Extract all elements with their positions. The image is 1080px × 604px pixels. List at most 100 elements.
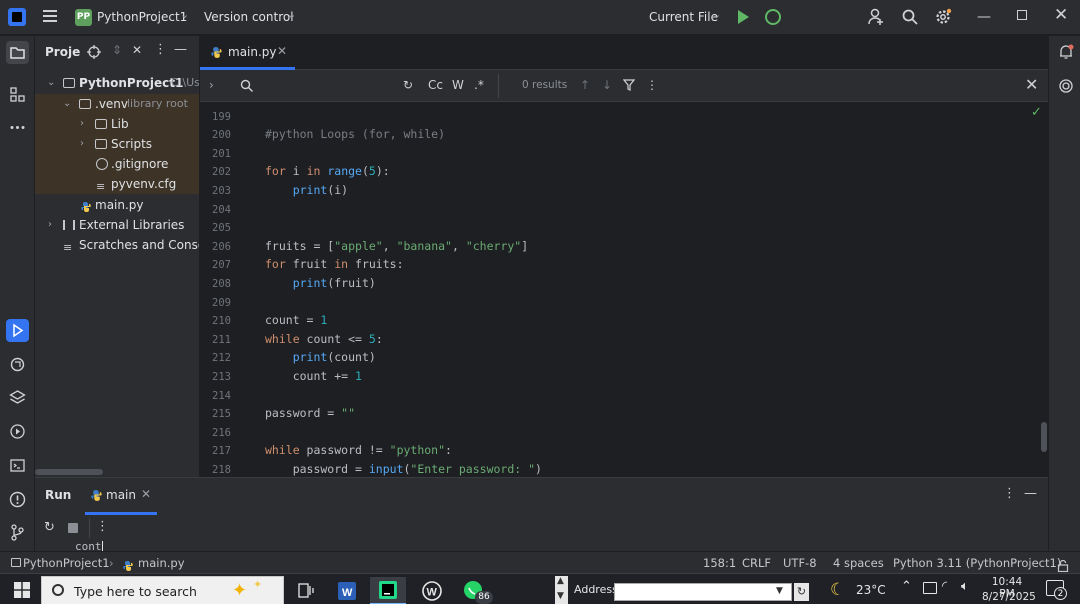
run-button[interactable] <box>738 10 749 24</box>
address-input[interactable]: ▼ <box>614 583 792 601</box>
file-encoding[interactable]: UTF-8 <box>783 552 817 574</box>
hide-panel-icon[interactable]: — <box>174 42 187 57</box>
layers-icon[interactable] <box>6 386 29 409</box>
taskbar-search-box[interactable]: Type here to search ✦ ✦ <box>41 576 284 604</box>
line-separator[interactable]: CRLF <box>742 552 771 574</box>
chevron-down-icon[interactable]: ⌄ <box>47 73 55 93</box>
main-menu-icon[interactable] <box>43 10 57 22</box>
whatsapp-app-icon[interactable]: 86 <box>457 577 493 604</box>
code-line[interactable]: count = 1 <box>265 313 327 327</box>
problems-icon[interactable] <box>6 488 29 511</box>
maximize-button[interactable] <box>1017 10 1027 20</box>
rerun-icon[interactable]: ↻ <box>44 520 55 535</box>
search-icon[interactable] <box>240 79 254 93</box>
more-options-icon[interactable]: ⋮ <box>96 519 109 534</box>
chevron-down-icon[interactable]: ⌄ <box>287 8 296 21</box>
code-line[interactable]: print(fruit) <box>265 276 376 290</box>
wps-app-icon[interactable]: W <box>414 577 450 604</box>
minimize-button[interactable]: — <box>977 9 991 25</box>
tree-item-project-root[interactable]: ⌄ PythonProject1 C:\Us <box>35 73 199 93</box>
tree-item-gitignore[interactable]: .gitignore <box>35 154 199 174</box>
toolbar-scroll-arrows[interactable]: ▲ ▼ <box>555 576 568 604</box>
tree-item-lib[interactable]: › Lib <box>35 114 199 134</box>
chevron-down-icon[interactable]: ⌄ <box>712 8 721 21</box>
code-line[interactable]: password = "" <box>265 406 355 420</box>
collapse-all-icon[interactable]: ✕ <box>132 43 142 57</box>
breadcrumb-file[interactable]: main.py <box>138 552 185 574</box>
address-go-button[interactable]: ↻ <box>794 583 809 601</box>
wifi-icon[interactable]: ◜ <box>942 579 947 594</box>
vertical-scrollbar[interactable] <box>1041 422 1047 452</box>
clock-date[interactable]: 8/27/2025 <box>982 591 1036 603</box>
find-input[interactable] <box>264 76 414 96</box>
next-occurrence-icon[interactable]: ↓ <box>602 78 612 92</box>
chevron-down-icon[interactable]: ⌄ <box>63 94 71 114</box>
tree-item-pyvenv-cfg[interactable]: ≡ pyvenv.cfg <box>35 174 199 194</box>
project-badge[interactable]: PP <box>75 9 92 26</box>
locate-icon[interactable] <box>87 45 101 59</box>
pycharm-app-icon[interactable] <box>370 577 406 604</box>
close-find-icon[interactable]: ✕ <box>1025 75 1038 94</box>
code-line[interactable]: fruits = ["apple", "banana", "cherry"] <box>265 239 528 253</box>
debug-button[interactable] <box>765 9 781 25</box>
ai-assistant-icon[interactable] <box>1058 78 1074 94</box>
horizontal-scrollbar[interactable] <box>35 469 103 475</box>
terminal-icon[interactable] <box>6 454 29 477</box>
whole-word-toggle[interactable]: W <box>452 78 464 92</box>
code-line[interactable]: print(i) <box>265 183 348 197</box>
services-icon[interactable] <box>6 420 29 443</box>
stop-icon[interactable] <box>68 523 78 533</box>
unlock-icon[interactable] <box>1057 557 1069 573</box>
code-line[interactable]: #python Loops (for, while) <box>265 127 445 141</box>
run-tab-main[interactable]: main ✕ <box>85 478 157 515</box>
indent-setting[interactable]: 4 spaces <box>833 552 884 574</box>
code-editor[interactable]: #python Loops (for, while) for i in range… <box>240 102 1048 477</box>
breadcrumb-project[interactable]: PythonProject1 <box>23 552 110 574</box>
options-icon[interactable]: ⋮ <box>154 42 167 57</box>
code-line[interactable]: print(count) <box>265 350 376 364</box>
code-line[interactable]: for i in range(5): <box>265 164 390 178</box>
code-line[interactable]: while count <= 5: <box>265 332 383 346</box>
git-icon[interactable] <box>6 521 29 544</box>
expand-all-icon[interactable]: ⇕ <box>112 43 122 57</box>
python-console-icon[interactable] <box>6 353 29 376</box>
chevron-right-icon[interactable]: › <box>80 134 84 154</box>
tree-item-scripts[interactable]: › Scripts <box>35 134 199 154</box>
notifications-icon[interactable] <box>1058 44 1074 60</box>
close-tab-icon[interactable]: ✕ <box>277 44 287 58</box>
tab-main-py[interactable]: main.py ✕ <box>200 36 295 70</box>
chevron-up-icon[interactable]: ▲ <box>557 576 564 586</box>
tree-item-main-py[interactable]: main.py <box>35 195 199 215</box>
filter-icon[interactable] <box>622 79 636 91</box>
code-line[interactable]: count += 1 <box>265 369 362 383</box>
chevron-right-icon[interactable]: › <box>48 215 52 235</box>
weather-temperature[interactable]: 23°C <box>856 583 886 597</box>
no-problems-check-icon[interactable]: ✓ <box>1031 105 1042 120</box>
hide-panel-icon[interactable]: — <box>1024 486 1037 501</box>
close-window-button[interactable]: ✕ <box>1054 5 1068 25</box>
structure-icon[interactable] <box>6 83 29 106</box>
word-app-icon[interactable]: W <box>329 577 365 604</box>
windows-start-icon[interactable] <box>14 582 30 598</box>
chevron-right-icon[interactable]: › <box>209 78 214 92</box>
close-tab-icon[interactable]: ✕ <box>141 487 151 501</box>
search-icon[interactable] <box>901 8 919 26</box>
version-control-menu[interactable]: Version control <box>204 10 294 24</box>
history-icon[interactable]: ↻ <box>403 78 413 92</box>
battery-icon[interactable] <box>923 582 937 594</box>
more-tools-icon[interactable] <box>6 116 29 139</box>
tree-item-scratches[interactable]: ≡ Scratches and Consoles <box>35 235 199 255</box>
tree-item-external-libraries[interactable]: › External Libraries <box>35 215 199 235</box>
caret-position[interactable]: 158:1 <box>703 552 736 574</box>
chevron-up-icon[interactable]: ⌃ <box>901 579 912 594</box>
chevron-down-icon[interactable]: ▼ <box>776 586 783 596</box>
chevron-down-icon[interactable]: ▼ <box>557 591 564 601</box>
options-icon[interactable]: ⋮ <box>1003 486 1016 501</box>
more-options-icon[interactable]: ⋮ <box>646 78 658 92</box>
task-view-icon[interactable] <box>288 577 324 604</box>
add-user-icon[interactable] <box>867 8 885 26</box>
project-panel-title[interactable]: Proje <box>45 45 80 59</box>
code-line[interactable]: for fruit in fruits: <box>265 257 404 271</box>
run-tool-icon[interactable] <box>6 319 29 342</box>
run-configuration-selector[interactable]: Current File <box>649 10 718 24</box>
